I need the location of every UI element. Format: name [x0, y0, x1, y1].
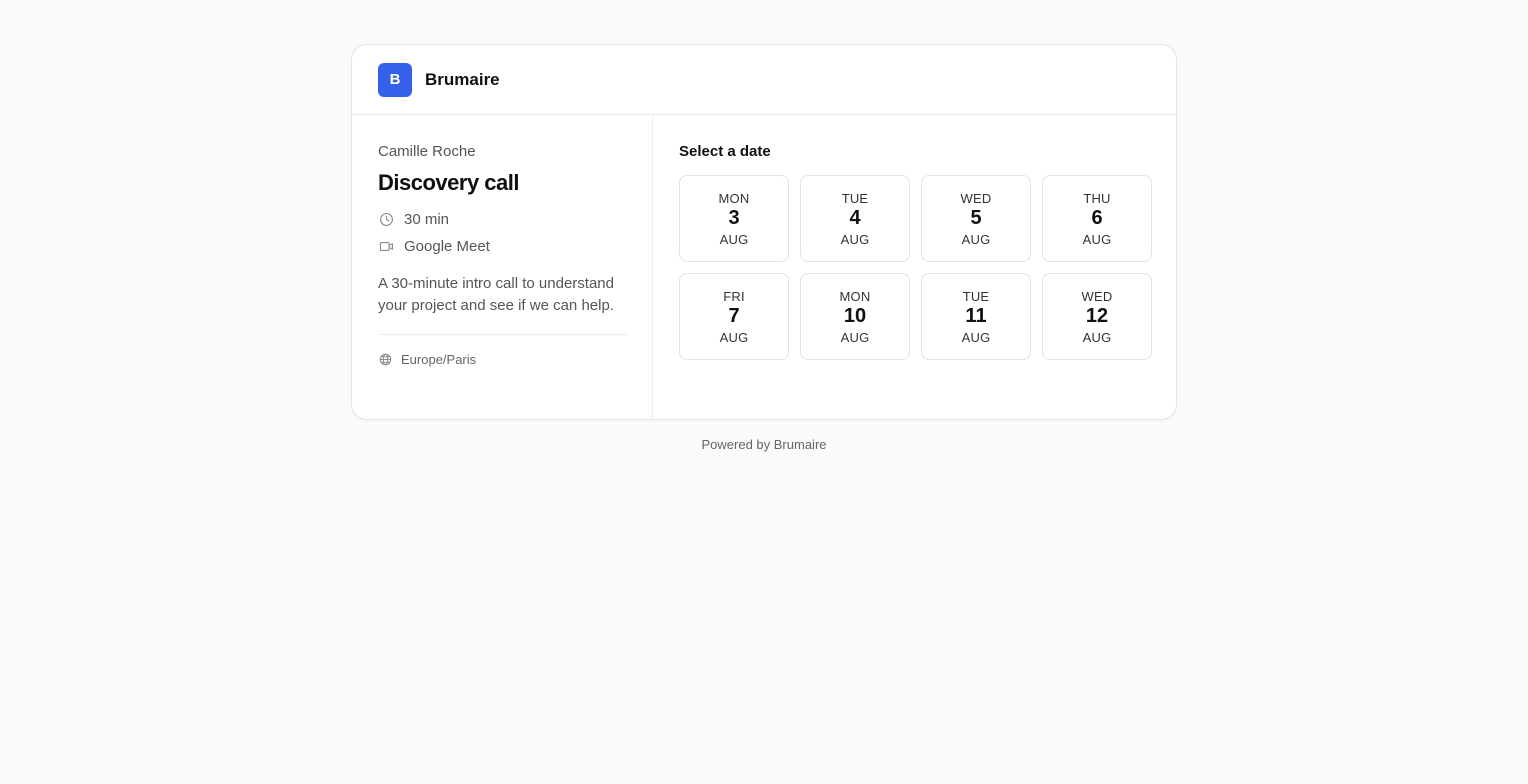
- date-month: AUG: [840, 329, 870, 345]
- date-option[interactable]: THU 6 AUG: [1042, 175, 1152, 262]
- date-option[interactable]: TUE 4 AUG: [800, 175, 910, 262]
- date-option[interactable]: MON 10 AUG: [800, 273, 910, 360]
- date-day: 7: [728, 304, 740, 327]
- timezone-row: Europe/Paris: [378, 352, 626, 367]
- clock-icon: [378, 212, 394, 228]
- date-month: AUG: [1082, 329, 1112, 345]
- date-day: 12: [1085, 304, 1109, 327]
- location-text: Google Meet: [404, 238, 490, 255]
- date-month: AUG: [1082, 231, 1112, 247]
- date-weekday: TUE: [841, 190, 869, 206]
- date-weekday: MON: [839, 288, 871, 304]
- date-option[interactable]: MON 3 AUG: [679, 175, 789, 262]
- date-option[interactable]: WED 12 AUG: [1042, 273, 1152, 360]
- date-weekday: WED: [1081, 288, 1113, 304]
- date-option[interactable]: TUE 11 AUG: [921, 273, 1031, 360]
- details-divider: [378, 334, 627, 335]
- date-day: 11: [965, 304, 987, 327]
- date-day: 6: [1091, 206, 1103, 229]
- date-month: AUG: [840, 231, 870, 247]
- date-day: 4: [849, 206, 861, 229]
- card-header: B Brumaire: [352, 45, 1176, 115]
- powered-by-footer: Powered by Brumaire: [701, 437, 827, 452]
- date-weekday: THU: [1083, 190, 1111, 206]
- globe-icon: [378, 353, 392, 367]
- date-option[interactable]: FRI 7 AUG: [679, 273, 789, 360]
- date-month: AUG: [961, 329, 991, 345]
- date-month: AUG: [961, 231, 991, 247]
- event-description: A 30-minute intro call to understand you…: [378, 275, 614, 314]
- date-grid: MON 3 AUG TUE 4 AUG WED 5 AUG THU 6 AUG …: [679, 175, 1152, 360]
- host-name: Camille Roche: [378, 143, 476, 160]
- date-option[interactable]: WED 5 AUG: [921, 175, 1031, 262]
- date-month: AUG: [719, 329, 749, 345]
- video-icon: [378, 239, 394, 255]
- event-details-panel: Camille Roche Discovery call 30 min Goog…: [352, 115, 653, 419]
- date-day: 5: [970, 206, 982, 229]
- date-day: 3: [728, 206, 740, 229]
- date-weekday: WED: [960, 190, 992, 206]
- brand-logo: B: [378, 62, 412, 97]
- date-weekday: FRI: [723, 288, 745, 304]
- date-picker-panel: Select a date MON 3 AUG TUE 4 AUG WED 5 …: [653, 115, 1176, 419]
- brand-name: Brumaire: [425, 69, 500, 89]
- card-body: Camille Roche Discovery call 30 min Goog…: [352, 115, 1176, 419]
- duration-row: 30 min: [378, 211, 626, 228]
- location-row: Google Meet: [378, 238, 626, 255]
- date-day: 10: [843, 304, 867, 327]
- date-weekday: MON: [718, 190, 750, 206]
- date-month: AUG: [719, 231, 749, 247]
- duration-text: 30 min: [404, 211, 450, 228]
- timezone-text: Europe/Paris: [401, 352, 477, 367]
- select-date-label: Select a date: [679, 143, 771, 160]
- booking-card: B Brumaire Camille Roche Discovery call …: [351, 44, 1177, 420]
- date-weekday: TUE: [962, 288, 990, 304]
- event-title: Discovery call: [378, 170, 519, 195]
